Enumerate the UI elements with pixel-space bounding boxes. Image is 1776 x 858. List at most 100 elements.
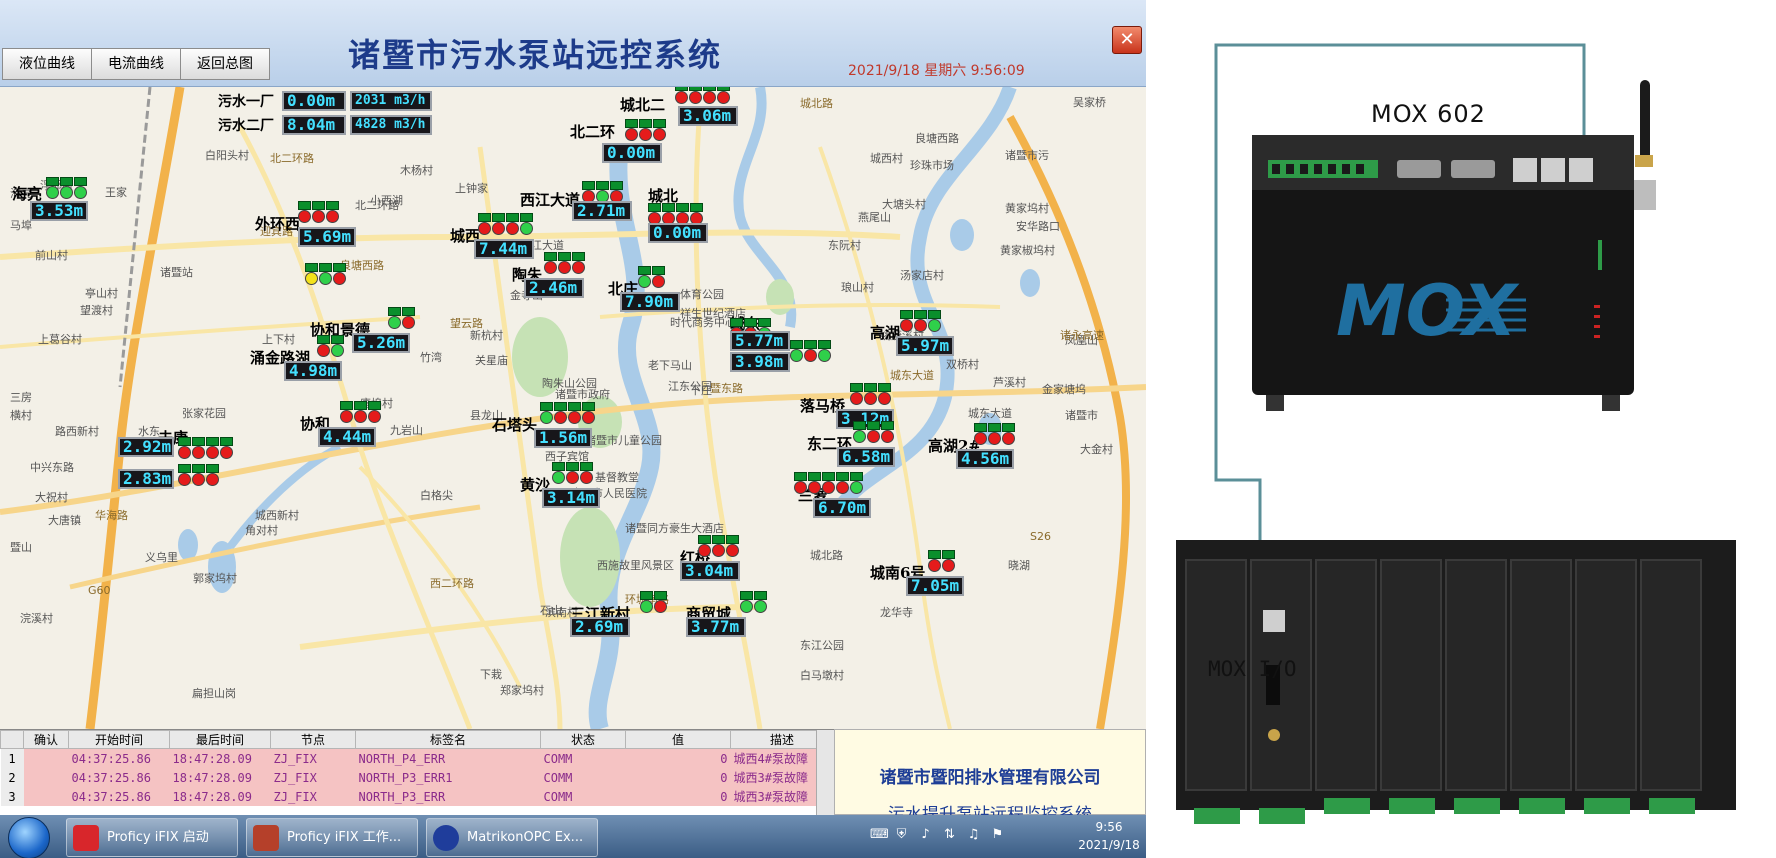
pump-status-light[interactable] xyxy=(46,177,59,199)
pump-status-light[interactable] xyxy=(492,213,505,235)
pump-status-light[interactable] xyxy=(717,87,730,104)
alarm-col-start[interactable]: 开始时间 xyxy=(68,730,170,749)
pump-status-light[interactable] xyxy=(914,310,927,332)
pump-status-light[interactable] xyxy=(317,335,330,357)
alarm-col-state[interactable]: 状态 xyxy=(540,730,626,749)
shield-icon[interactable]: ⛨ xyxy=(894,827,909,842)
pump-status-light[interactable] xyxy=(808,472,821,494)
pump-status-light[interactable] xyxy=(566,462,579,484)
network-icon[interactable]: ⇅ xyxy=(942,827,957,842)
system-clock[interactable]: 9:56 2021/9/18 xyxy=(1074,818,1144,854)
pump-status-light[interactable] xyxy=(640,591,653,613)
task-ifix-workspace[interactable]: Proficy iFIX 工作... xyxy=(246,818,418,857)
pump-status-light[interactable] xyxy=(804,340,817,362)
pump-status-light[interactable] xyxy=(544,252,557,274)
pump-status-light[interactable] xyxy=(540,402,553,424)
pump-status-light[interactable] xyxy=(942,550,955,572)
pump-status-light[interactable] xyxy=(648,203,661,225)
alarm-row[interactable]: 3 04:37:25.86 18:47:28.09 ZJ_FIX NORTH_P3_ER… xyxy=(0,787,834,806)
pump-status-light[interactable] xyxy=(867,421,880,443)
pump-status-light[interactable] xyxy=(662,203,675,225)
pump-status-light[interactable] xyxy=(520,213,533,235)
alarm-col-ack[interactable]: 确认 xyxy=(23,730,69,749)
pump-status-light[interactable] xyxy=(790,340,803,362)
alarm-scrollbar[interactable] xyxy=(816,730,835,816)
pump-status-light[interactable] xyxy=(703,87,716,104)
close-icon[interactable]: ✕ xyxy=(1112,26,1142,54)
pump-status-light[interactable] xyxy=(652,266,665,288)
pump-status-light[interactable] xyxy=(928,310,941,332)
pump-status-light[interactable] xyxy=(206,464,219,486)
pump-status-light[interactable] xyxy=(340,401,353,423)
pump-status-light[interactable] xyxy=(928,550,941,572)
pump-status-light[interactable] xyxy=(582,181,595,203)
pump-status-light[interactable] xyxy=(690,203,703,225)
pump-status-light[interactable] xyxy=(319,263,332,285)
pump-status-light[interactable] xyxy=(333,263,346,285)
pump-status-light[interactable] xyxy=(354,401,367,423)
pump-status-light[interactable] xyxy=(558,252,571,274)
pump-status-light[interactable] xyxy=(552,462,565,484)
pump-status-light[interactable] xyxy=(639,119,652,141)
pump-status-light[interactable] xyxy=(818,340,831,362)
pump-status-light[interactable] xyxy=(331,335,344,357)
pump-status-light[interactable] xyxy=(572,252,585,274)
pump-status-light[interactable] xyxy=(60,177,73,199)
speaker-icon[interactable]: ♪ xyxy=(918,827,933,842)
pump-status-light[interactable] xyxy=(610,181,623,203)
pump-status-light[interactable] xyxy=(554,402,567,424)
pump-status-light[interactable] xyxy=(822,472,835,494)
volume-icon[interactable]: ♫ xyxy=(966,827,981,842)
start-button[interactable] xyxy=(8,817,50,858)
pump-status-light[interactable] xyxy=(368,401,381,423)
pump-status-light[interactable] xyxy=(712,535,725,557)
pump-status-light[interactable] xyxy=(402,307,415,329)
pump-status-light[interactable] xyxy=(580,462,593,484)
pump-status-light[interactable] xyxy=(676,203,689,225)
pump-status-light[interactable] xyxy=(568,402,581,424)
pump-status-light[interactable] xyxy=(178,464,191,486)
pump-status-light[interactable] xyxy=(74,177,87,199)
current-curve-button[interactable]: 电流曲线 xyxy=(91,48,181,80)
pump-status-light[interactable] xyxy=(654,591,667,613)
pump-status-light[interactable] xyxy=(305,263,318,285)
pump-status-light[interactable] xyxy=(881,421,894,443)
pump-status-light[interactable] xyxy=(878,383,891,405)
keyboard-icon[interactable]: ⌨ xyxy=(870,827,889,842)
pump-status-light[interactable] xyxy=(638,266,651,288)
pump-status-light[interactable] xyxy=(698,535,711,557)
alarm-col-value[interactable]: 值 xyxy=(625,730,731,749)
pump-status-light[interactable] xyxy=(596,181,609,203)
pump-status-light[interactable] xyxy=(836,472,849,494)
pump-status-light[interactable] xyxy=(178,437,191,459)
return-overview-button[interactable]: 返回总图 xyxy=(180,48,270,80)
pump-status-light[interactable] xyxy=(220,437,233,459)
pump-status-light[interactable] xyxy=(754,591,767,613)
pump-status-light[interactable] xyxy=(864,383,877,405)
pump-status-light[interactable] xyxy=(326,201,339,223)
pump-status-light[interactable] xyxy=(192,464,205,486)
pump-status-light[interactable] xyxy=(900,310,913,332)
pump-status-light[interactable] xyxy=(974,423,987,445)
alarm-col-last[interactable]: 最后时间 xyxy=(169,730,271,749)
pump-status-light[interactable] xyxy=(653,119,666,141)
alarm-row[interactable]: 2 04:37:25.86 18:47:28.09 ZJ_FIX NORTH_P3_ER… xyxy=(0,768,834,787)
level-curve-button[interactable]: 液位曲线 xyxy=(2,48,92,80)
task-matrikon-opc[interactable]: MatrikonOPC Ex... xyxy=(426,818,598,857)
pump-status-light[interactable] xyxy=(298,201,311,223)
task-ifix-startup[interactable]: Proficy iFIX 启动 xyxy=(66,818,238,857)
pump-status-light[interactable] xyxy=(1002,423,1015,445)
pump-status-light[interactable] xyxy=(726,535,739,557)
alarm-row[interactable]: 1 04:37:25.86 18:47:28.09 ZJ_FIX NORTH_P4_ER… xyxy=(0,748,834,768)
alarm-col-node[interactable]: 节点 xyxy=(270,730,356,749)
pump-status-light[interactable] xyxy=(388,307,401,329)
pump-status-light[interactable] xyxy=(853,421,866,443)
pump-status-light[interactable] xyxy=(478,213,491,235)
pump-status-light[interactable] xyxy=(506,213,519,235)
pump-status-light[interactable] xyxy=(675,87,688,104)
pump-status-light[interactable] xyxy=(794,472,807,494)
pump-status-light[interactable] xyxy=(689,87,702,104)
alarm-col-tag[interactable]: 标签名 xyxy=(355,730,541,749)
pump-status-light[interactable] xyxy=(850,472,863,494)
alarm-table[interactable]: 确认 开始时间 最后时间 节点 标签名 状态 值 描述 1 04:37:25.86… xyxy=(0,729,835,816)
